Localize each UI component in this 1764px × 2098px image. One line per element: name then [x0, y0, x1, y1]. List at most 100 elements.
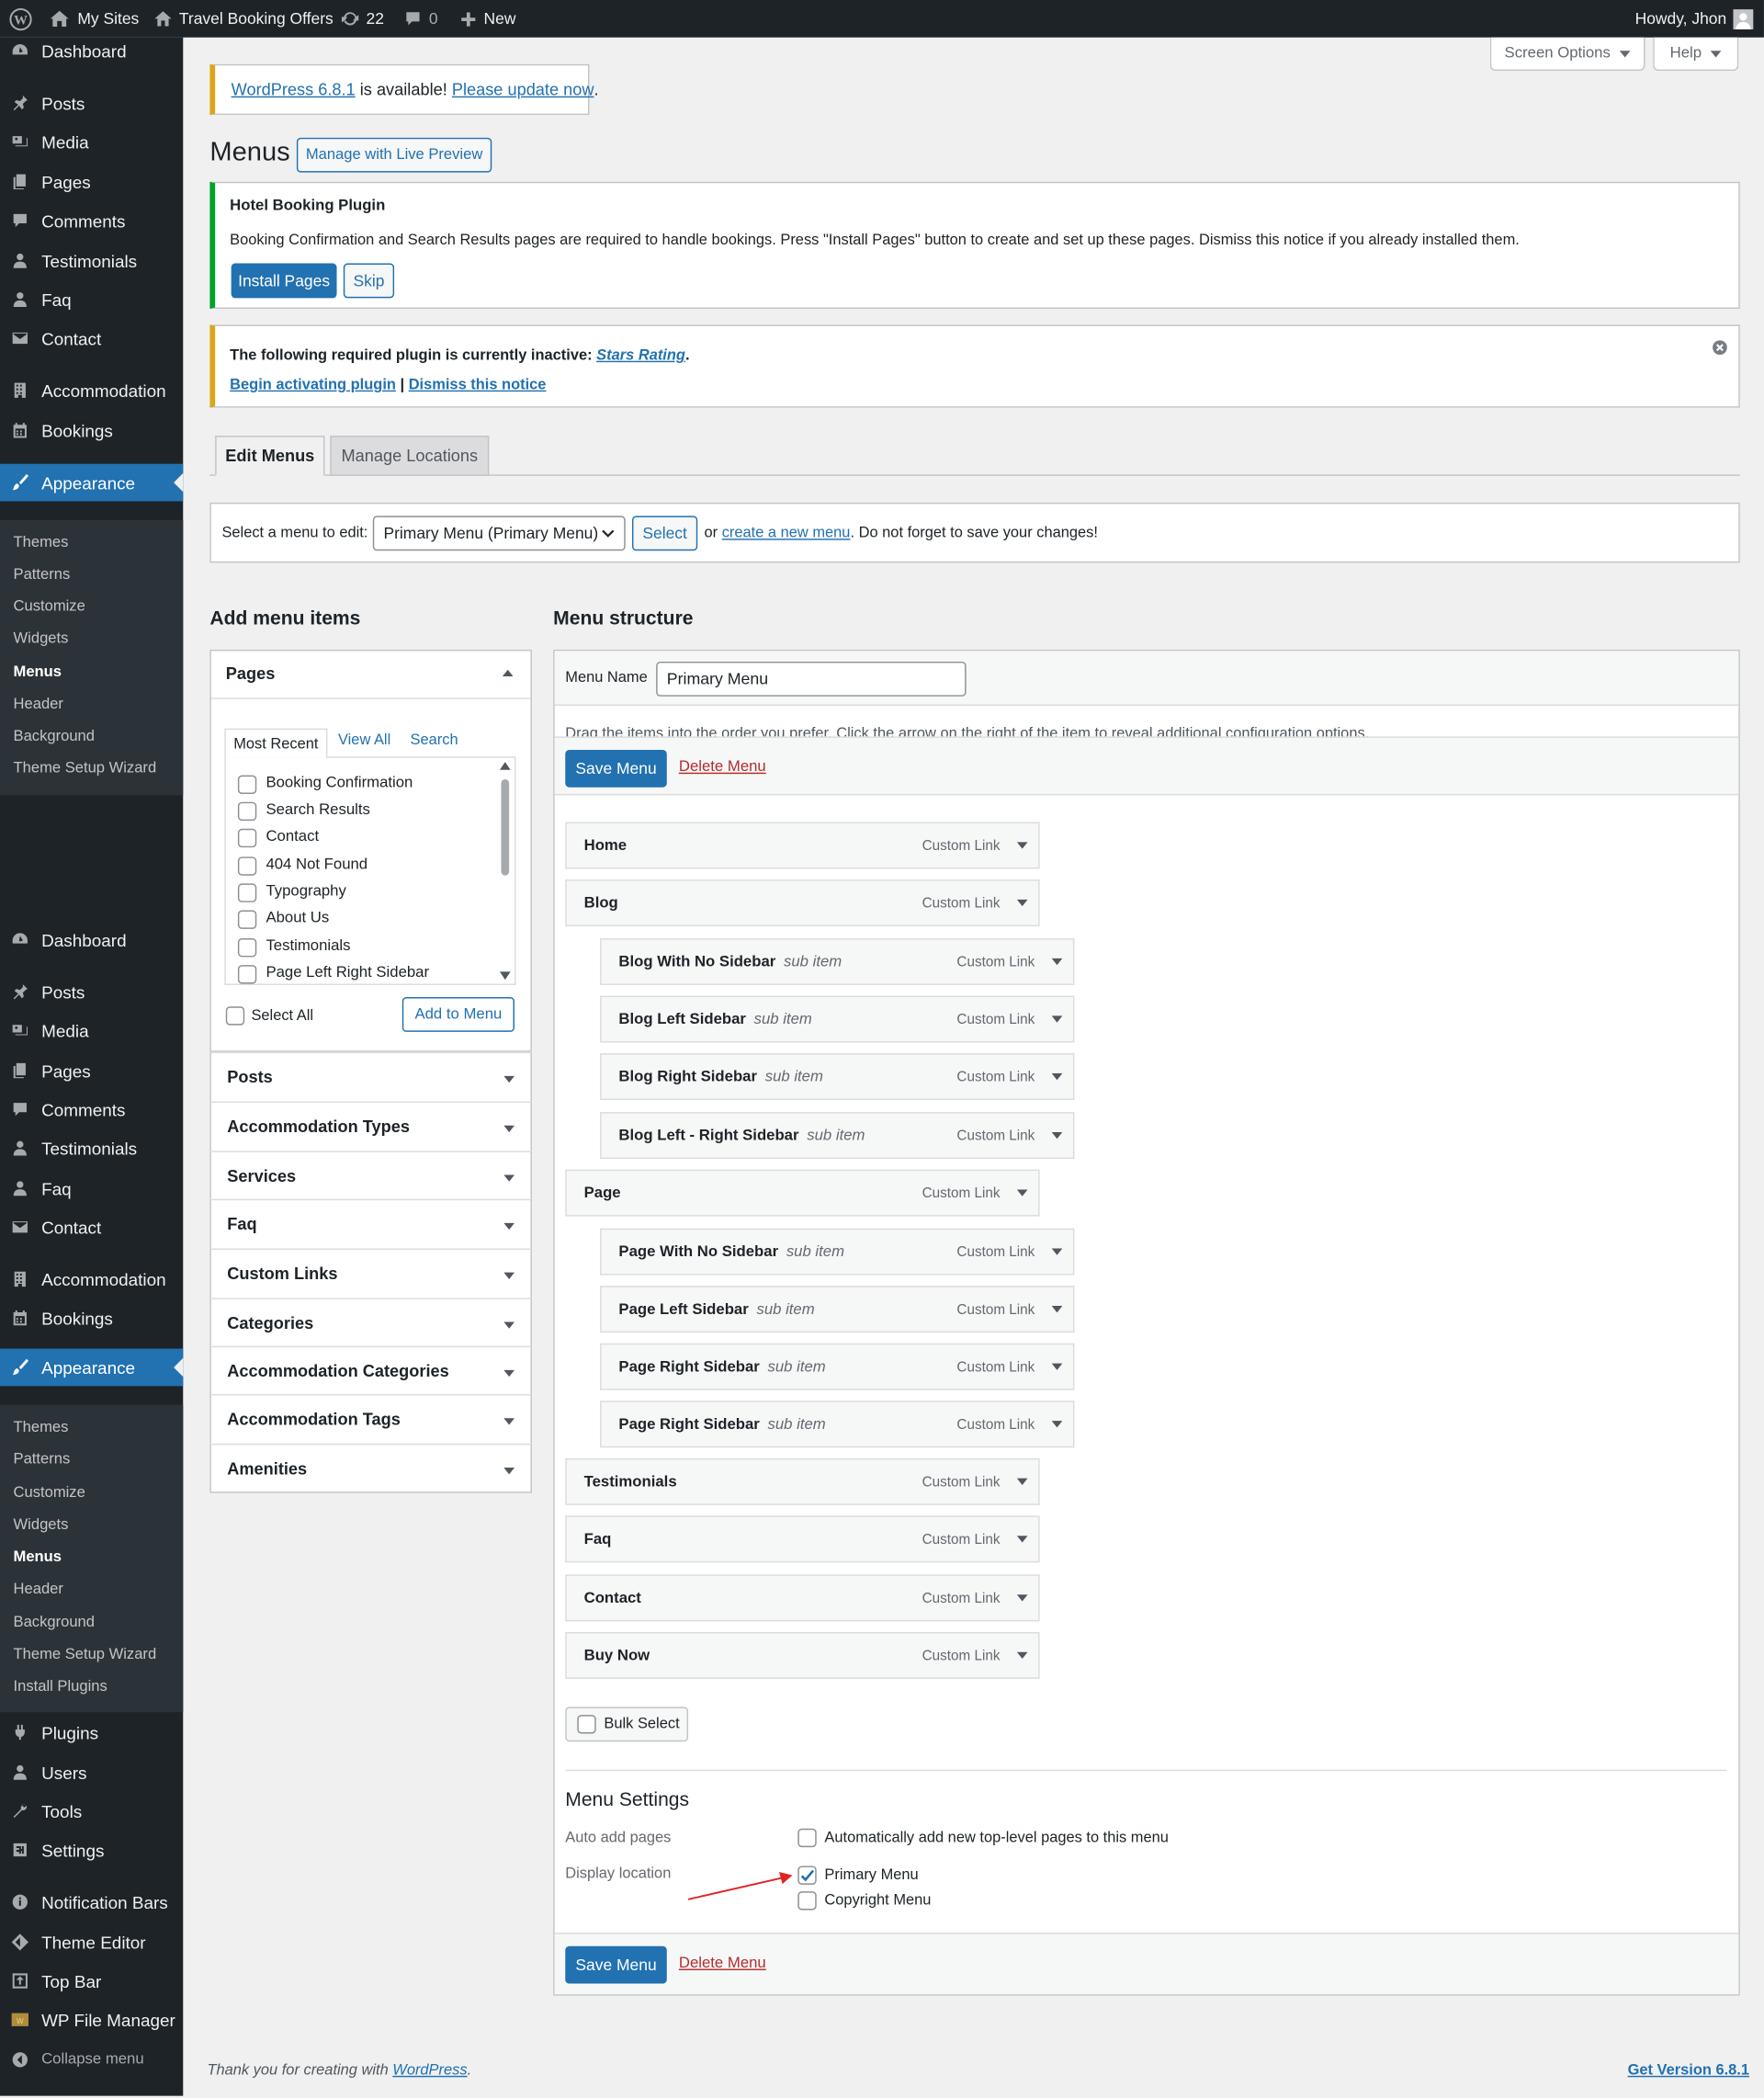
menu-item[interactable]: Home Custom Link: [565, 822, 1040, 869]
sidebar-item-bookings[interactable]: Bookings: [0, 412, 183, 449]
dismiss-notice-link[interactable]: Dismiss this notice: [409, 377, 547, 392]
caret-down-icon[interactable]: [1016, 1536, 1028, 1543]
auto-add-pages-checkbox[interactable]: [797, 1828, 817, 1848]
menu-item[interactable]: Page Left Sidebar sub item Custom Link: [600, 1286, 1075, 1333]
submenu-menus[interactable]: Menus: [14, 1549, 62, 1565]
sidebar-item-comments[interactable]: Comments: [0, 202, 183, 240]
sidebar-item-pages[interactable]: Pages: [0, 1052, 183, 1090]
submenu-themes[interactable]: Themes: [14, 1420, 69, 1435]
caret-up-icon[interactable]: [502, 669, 514, 676]
submenu-background[interactable]: Background: [14, 1615, 95, 1630]
submenu-header[interactable]: Header: [14, 1582, 63, 1597]
caret-down-icon[interactable]: [1051, 1363, 1063, 1370]
caret-down-icon[interactable]: [1051, 1072, 1063, 1081]
add-to-menu-button[interactable]: Add to Menu: [401, 997, 514, 1032]
caret-down-icon[interactable]: [1051, 1131, 1063, 1140]
sidebar-item-dashboard[interactable]: Dashboard: [0, 921, 183, 958]
delete-menu-link-bottom[interactable]: Delete Menu: [679, 1956, 766, 1971]
sidebar-item-comments[interactable]: Comments: [0, 1091, 183, 1128]
accordion-amenities[interactable]: Amenities: [209, 1443, 532, 1493]
caret-down-icon[interactable]: [1016, 1189, 1028, 1196]
caret-down-icon[interactable]: [1051, 1248, 1063, 1255]
menu-item[interactable]: Faq Custom Link: [565, 1515, 1040, 1563]
comments-menu[interactable]: 0: [403, 0, 438, 38]
help-button[interactable]: Help: [1653, 37, 1739, 72]
sidebar-item-bookings[interactable]: Bookings: [0, 1299, 183, 1337]
sidebar-item-appearance[interactable]: Appearance: [0, 1348, 184, 1387]
page-checkbox[interactable]: [237, 801, 257, 822]
tab-view-all[interactable]: View All: [338, 732, 390, 748]
submenu-background[interactable]: Background: [14, 729, 95, 744]
menu-select[interactable]: Primary Menu (Primary Menu): [372, 516, 626, 551]
sidebar-item-accommodation[interactable]: Accommodation: [0, 371, 183, 409]
accordion-faq[interactable]: Faq: [209, 1198, 532, 1249]
caret-down-icon[interactable]: [1051, 1421, 1063, 1428]
tab-search[interactable]: Search: [411, 732, 458, 748]
sidebar-item-testimonials[interactable]: Testimonials: [0, 242, 183, 279]
menu-item[interactable]: Blog Left Sidebar sub item Custom Link: [600, 995, 1075, 1043]
get-version-link[interactable]: Get Version 6.8.1: [1628, 2062, 1749, 2078]
accordion-custom-links[interactable]: Custom Links: [209, 1248, 532, 1298]
sidebar-item-dashboard[interactable]: Dashboard: [0, 32, 183, 70]
copyright-menu-checkbox[interactable]: [797, 1891, 817, 1911]
page-checkbox[interactable]: [237, 828, 257, 848]
caret-down-icon[interactable]: [1051, 1015, 1063, 1023]
sidebar-item-media[interactable]: Media: [0, 123, 183, 161]
page-checkbox[interactable]: [237, 910, 257, 929]
stars-rating-link[interactable]: Stars Rating: [596, 347, 685, 363]
caret-down-icon[interactable]: [1016, 842, 1028, 849]
caret-down-icon[interactable]: [1051, 1306, 1063, 1313]
accordion-accommodation-tags[interactable]: Accommodation Tags: [209, 1394, 532, 1444]
sidebar-item-testimonials[interactable]: Testimonials: [0, 1129, 183, 1167]
sidebar-item-faq[interactable]: Faq: [0, 280, 183, 318]
updates-menu[interactable]: 22: [341, 0, 384, 38]
page-checkbox[interactable]: [237, 883, 257, 902]
sidebar-item-theme-editor[interactable]: Theme Editor: [0, 1923, 183, 1961]
menu-item[interactable]: Blog Right Sidebar sub item Custom Link: [600, 1053, 1075, 1101]
bulk-select-button[interactable]: Bulk Select: [565, 1707, 689, 1742]
sidebar-item-contact[interactable]: Contact: [0, 1208, 183, 1246]
delete-menu-link-top[interactable]: Delete Menu: [679, 759, 766, 775]
wordpress-footer-link[interactable]: WordPress: [392, 2062, 467, 2078]
scroll-down-icon[interactable]: [499, 971, 511, 981]
live-preview-button[interactable]: Manage with Live Preview: [296, 137, 492, 173]
sidebar-item-media[interactable]: Media: [0, 1012, 183, 1049]
new-content-menu[interactable]: New: [459, 0, 515, 38]
accordion-posts[interactable]: Posts: [209, 1051, 532, 1102]
caret-down-icon[interactable]: [1016, 1651, 1028, 1660]
page-checkbox[interactable]: [237, 965, 257, 984]
bulk-select-checkbox[interactable]: [577, 1715, 596, 1734]
screen-options-button[interactable]: Screen Options: [1489, 37, 1645, 72]
sidebar-item-notification-bars[interactable]: Notification Bars: [0, 1883, 183, 1921]
user-account-menu[interactable]: Howdy, Jhon: [1635, 0, 1754, 38]
menu-item[interactable]: Page Custom Link: [565, 1169, 1040, 1217]
tab-most-recent[interactable]: Most Recent: [224, 728, 328, 758]
submenu-widgets[interactable]: Widgets: [14, 631, 69, 647]
sidebar-item-plugins[interactable]: Plugins: [0, 1714, 183, 1752]
page-checkbox[interactable]: [237, 775, 257, 794]
create-new-menu-link[interactable]: create a new menu: [722, 526, 851, 541]
submenu-header[interactable]: Header: [14, 697, 63, 712]
page-checkbox[interactable]: [237, 856, 257, 876]
submenu-customize[interactable]: Customize: [14, 599, 85, 615]
pages-panel-title[interactable]: Pages: [226, 664, 276, 683]
accordion-categories[interactable]: Categories: [209, 1298, 532, 1348]
submenu-install-plugins[interactable]: Install Plugins: [14, 1679, 107, 1695]
menu-item[interactable]: Blog Custom Link: [565, 879, 1040, 926]
install-pages-button[interactable]: Install Pages: [231, 263, 337, 299]
menu-item[interactable]: Page Right Sidebar sub item Custom Link: [600, 1401, 1075, 1448]
sidebar-item-posts[interactable]: Posts: [0, 85, 183, 122]
tab-edit-menus[interactable]: Edit Menus: [215, 436, 325, 476]
caret-down-icon[interactable]: [1016, 1594, 1028, 1602]
submenu-menus[interactable]: Menus: [14, 664, 62, 680]
scroll-up-icon[interactable]: [499, 762, 511, 770]
menu-item[interactable]: Testimonials Custom Link: [565, 1457, 1040, 1505]
save-menu-button-top[interactable]: Save Menu: [565, 749, 667, 788]
scrollbar[interactable]: [497, 758, 514, 984]
caret-down-icon[interactable]: [1051, 958, 1063, 966]
menu-item[interactable]: Blog With No Sidebar sub item Custom Link: [600, 938, 1075, 985]
begin-activating-link[interactable]: Begin activating plugin: [230, 377, 396, 392]
menu-item[interactable]: Page Right Sidebar sub item Custom Link: [600, 1343, 1075, 1390]
sidebar-item-users[interactable]: Users: [0, 1753, 183, 1791]
select-button[interactable]: Select: [631, 516, 698, 551]
